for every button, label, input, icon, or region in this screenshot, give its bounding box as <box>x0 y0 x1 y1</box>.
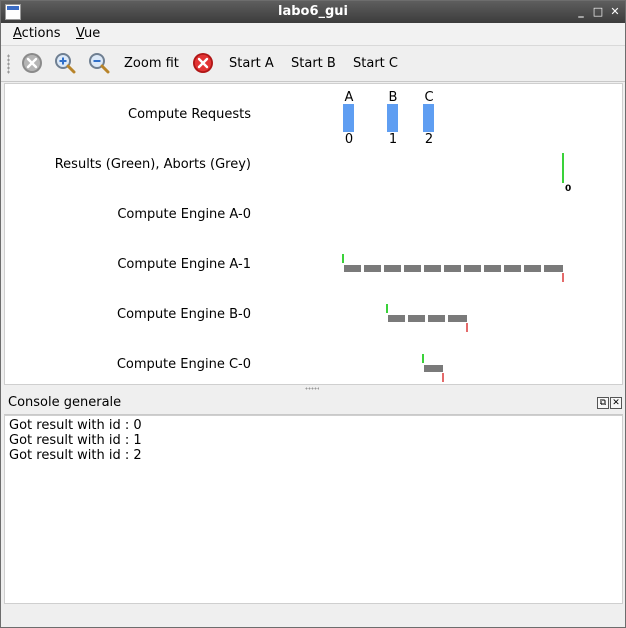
console-line: Got result with id : 1 <box>9 433 142 448</box>
busy-segment[interactable] <box>524 265 541 272</box>
request-id: 1 <box>388 132 398 147</box>
console-output[interactable]: Got result with id : 0 Got result with i… <box>4 415 623 604</box>
busy-segment[interactable] <box>484 265 501 272</box>
busy-segment[interactable] <box>544 265 563 272</box>
busy-segment[interactable] <box>444 265 461 272</box>
engine-end-marker <box>466 323 468 332</box>
toolbar: Zoom fit Start A Start B Start C <box>1 46 625 82</box>
engine-end-marker <box>562 273 564 282</box>
row-label-engine-a1: Compute Engine A-1 <box>117 257 251 272</box>
console-line: Got result with id : 2 <box>9 448 142 463</box>
dock-close-icon[interactable]: ✕ <box>610 397 622 409</box>
app-window: labo6_gui _ □ ✕ Actions Vue Zoom fit Sta… <box>0 0 626 628</box>
timeline-canvas[interactable]: Compute Requests Results (Green), Aborts… <box>4 83 623 385</box>
title-bar: labo6_gui _ □ ✕ <box>1 1 625 23</box>
console-line: Got result with id : 0 <box>9 418 142 433</box>
row-label-engine-c0: Compute Engine C-0 <box>116 357 251 372</box>
dock-splitter[interactable] <box>1 385 625 393</box>
row-label-engine-a0: Compute Engine A-0 <box>117 207 251 222</box>
engine-start-marker <box>342 254 344 263</box>
menu-bar: Actions Vue <box>1 23 625 46</box>
status-bar <box>4 605 623 625</box>
maximize-icon[interactable]: □ <box>590 4 606 20</box>
busy-segment[interactable] <box>384 265 401 272</box>
busy-segment[interactable] <box>408 315 425 322</box>
busy-segment[interactable] <box>388 315 405 322</box>
menu-actions-label: ctions <box>21 26 61 41</box>
float-icon[interactable]: ⧉ <box>597 397 609 409</box>
menu-vue-mnemonic: V <box>76 26 85 41</box>
request-letter: C <box>424 90 434 105</box>
stop-grey-icon[interactable] <box>21 52 43 74</box>
start-b-button[interactable]: Start B <box>291 56 336 71</box>
busy-segment[interactable] <box>448 315 467 322</box>
row-label-engine-b0: Compute Engine B-0 <box>117 307 251 322</box>
busy-segment[interactable] <box>364 265 381 272</box>
row-label-requests: Compute Requests <box>128 107 251 122</box>
console-title: Console generale <box>8 395 122 410</box>
request-bar-a[interactable] <box>343 104 354 132</box>
menu-actions-mnemonic: A <box>13 26 22 41</box>
window-title: labo6_gui <box>277 4 349 19</box>
request-id: 0 <box>344 132 354 147</box>
engine-start-marker <box>386 304 388 313</box>
busy-segment[interactable] <box>464 265 481 272</box>
toolbar-grip[interactable] <box>7 54 10 74</box>
zoom-out-icon[interactable] <box>88 52 110 74</box>
menu-actions[interactable]: Actions <box>13 26 61 41</box>
busy-segment[interactable] <box>424 365 443 372</box>
zoom-in-icon[interactable] <box>54 52 76 74</box>
busy-segment[interactable] <box>344 265 361 272</box>
result-marker[interactable] <box>562 153 564 183</box>
result-id-label: 0 <box>565 184 572 194</box>
menu-vue-label: ue <box>84 26 101 41</box>
engine-end-marker <box>442 373 444 382</box>
request-id: 2 <box>424 132 434 147</box>
request-letter: B <box>388 90 398 105</box>
busy-segment[interactable] <box>504 265 521 272</box>
engine-start-marker <box>422 354 424 363</box>
busy-segment[interactable] <box>428 315 445 322</box>
menu-vue[interactable]: Vue <box>76 26 100 41</box>
zoom-fit-button[interactable]: Zoom fit <box>124 56 179 71</box>
close-icon[interactable]: ✕ <box>607 4 623 20</box>
busy-segment[interactable] <box>404 265 421 272</box>
request-letter: A <box>344 90 354 105</box>
minimize-icon[interactable]: _ <box>573 4 589 20</box>
row-label-results: Results (Green), Aborts (Grey) <box>54 157 251 172</box>
stop-red-icon[interactable] <box>192 52 214 74</box>
splitter-grip <box>305 387 319 390</box>
console-dock-title[interactable]: Console generale ⧉ ✕ <box>4 393 623 415</box>
start-c-button[interactable]: Start C <box>353 56 398 71</box>
request-bar-c[interactable] <box>423 104 434 132</box>
start-a-button[interactable]: Start A <box>229 56 274 71</box>
request-bar-b[interactable] <box>387 104 398 132</box>
busy-segment[interactable] <box>424 265 441 272</box>
